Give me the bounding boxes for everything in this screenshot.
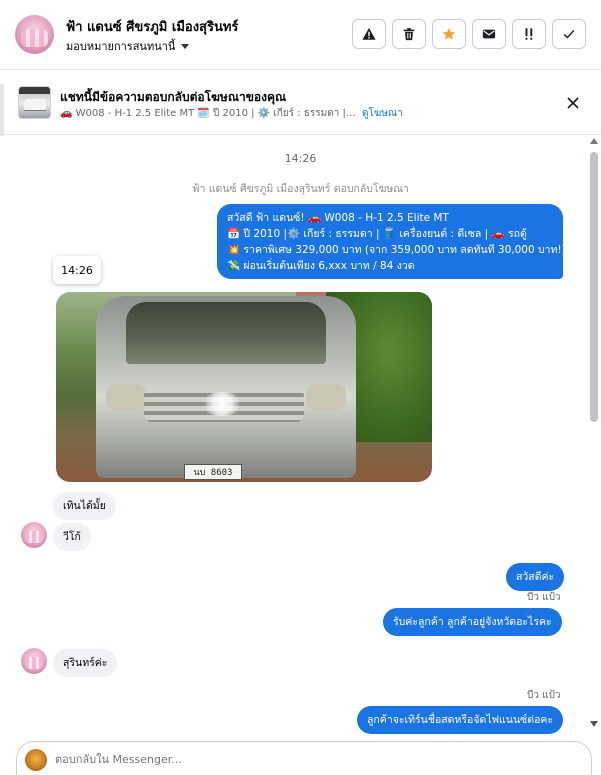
delete-button[interactable] [392,19,426,49]
done-button[interactable] [552,19,586,49]
warning-icon [362,27,376,40]
contact-name[interactable]: ฟ้า แดนซ์ ศีขรภูมิ เมืองสุรินทร์ [66,16,238,37]
outgoing-message[interactable]: สวัสดีค่ะ [506,563,565,591]
conversation-toolbar [352,19,586,49]
mail-icon [482,29,496,39]
incoming-message[interactable]: สุรินทร์ค่ะ [53,649,118,677]
message-composer [16,741,592,775]
photo-sun-glare [201,392,243,416]
report-button[interactable] [352,19,386,49]
photo-car-headlight [306,384,346,410]
ad-summary: 🚗 W008 - H-1 2.5 Elite MT 🗓️ ปี 2010 | ⚙… [60,108,356,119]
conversation-timestamp: 14:26 [284,152,317,165]
chevron-down-icon [181,43,190,49]
conversation-header: ฟ้า แดนซ์ ศีขรภูมิ เมืองสุรินทร์ มอบหมาย… [0,0,601,70]
page-avatar [25,749,47,771]
message-time-tooltip: 14:26 [53,256,101,284]
scrollbar-thumb[interactable] [590,152,598,422]
outgoing-message[interactable]: รับค่ะลูกค้า ลูกค้าอยู่จังหวัดอะไรคะ [383,608,562,636]
scroll-down-arrow-icon[interactable] [590,721,598,727]
contact-avatar[interactable] [15,15,54,54]
assign-label: มอบหมายการสนทนานี้ [66,40,176,53]
trash-icon [403,28,415,41]
photo-car-headlight [106,384,146,410]
seen-status: บีว แป้ว [527,690,561,701]
license-plate: นบ 8603 [184,464,242,480]
priority-button[interactable] [512,19,546,49]
ad-reply-line: 💸 ผ่อนเริ่มต้นเพียง 6,xxx บาท / 84 งวด [227,260,415,272]
contact-avatar-small [21,648,47,674]
scroll-up-arrow-icon[interactable] [590,138,598,144]
ad-reply-message[interactable]: สวัสดี ฟ้า แดนซ์! 🚗 W008 - H-1 2.5 Elite… [217,204,566,279]
ad-banner-title: แชทนี้มีข้อความตอบกลับต่อโฆษณาของคุณ [60,90,287,104]
ad-reply-line: 📅 ปี 2010 |⚙️ เกียร์ : ธรรมดา | 🛢️ เครื่… [227,228,527,240]
outgoing-message[interactable]: ลูกค้าจะเทิร์นชื่อสดหรือจัดไฟแนนซ์ต่อคะ [357,706,564,734]
star-button[interactable] [432,19,466,49]
seen-status: บีว แป้ว [527,592,561,603]
check-icon [563,30,575,39]
mark-unread-button[interactable] [472,19,506,49]
reply-input[interactable] [55,753,555,766]
incoming-message[interactable]: วีโก้ [53,523,91,551]
view-ad-link[interactable]: ดูโฆษณา [362,106,403,121]
assign-conversation-dropdown[interactable]: มอบหมายการสนทนานี้ [66,37,190,55]
ad-reply-line: 💥 ราคาพิเศษ 329,000 บาท (จาก 359,000 บาท… [227,244,566,256]
ad-reply-line: สวัสดี ฟ้า แดนซ์! 🚗 W008 - H-1 2.5 Elite… [227,212,449,224]
photo-car-windshield [126,302,326,364]
conversation-scrollbar[interactable] [590,136,598,731]
ad-reply-note: ฟ้า แดนซ์ ศีขรภูมิ เมืองสุรินทร์ ตอบกลับ… [192,183,409,195]
priority-icon [525,28,533,40]
ad-thumbnail[interactable] [18,86,51,119]
ad-banner-subtitle: 🚗 W008 - H-1 2.5 Elite MT 🗓️ ปี 2010 | ⚙… [60,106,403,121]
star-icon [442,27,456,40]
close-icon[interactable] [565,95,581,111]
contact-avatar-small [21,522,47,548]
car-photo-message[interactable]: นบ 8603 [56,292,432,482]
incoming-message[interactable]: เทินได้มั้ย [53,492,116,520]
